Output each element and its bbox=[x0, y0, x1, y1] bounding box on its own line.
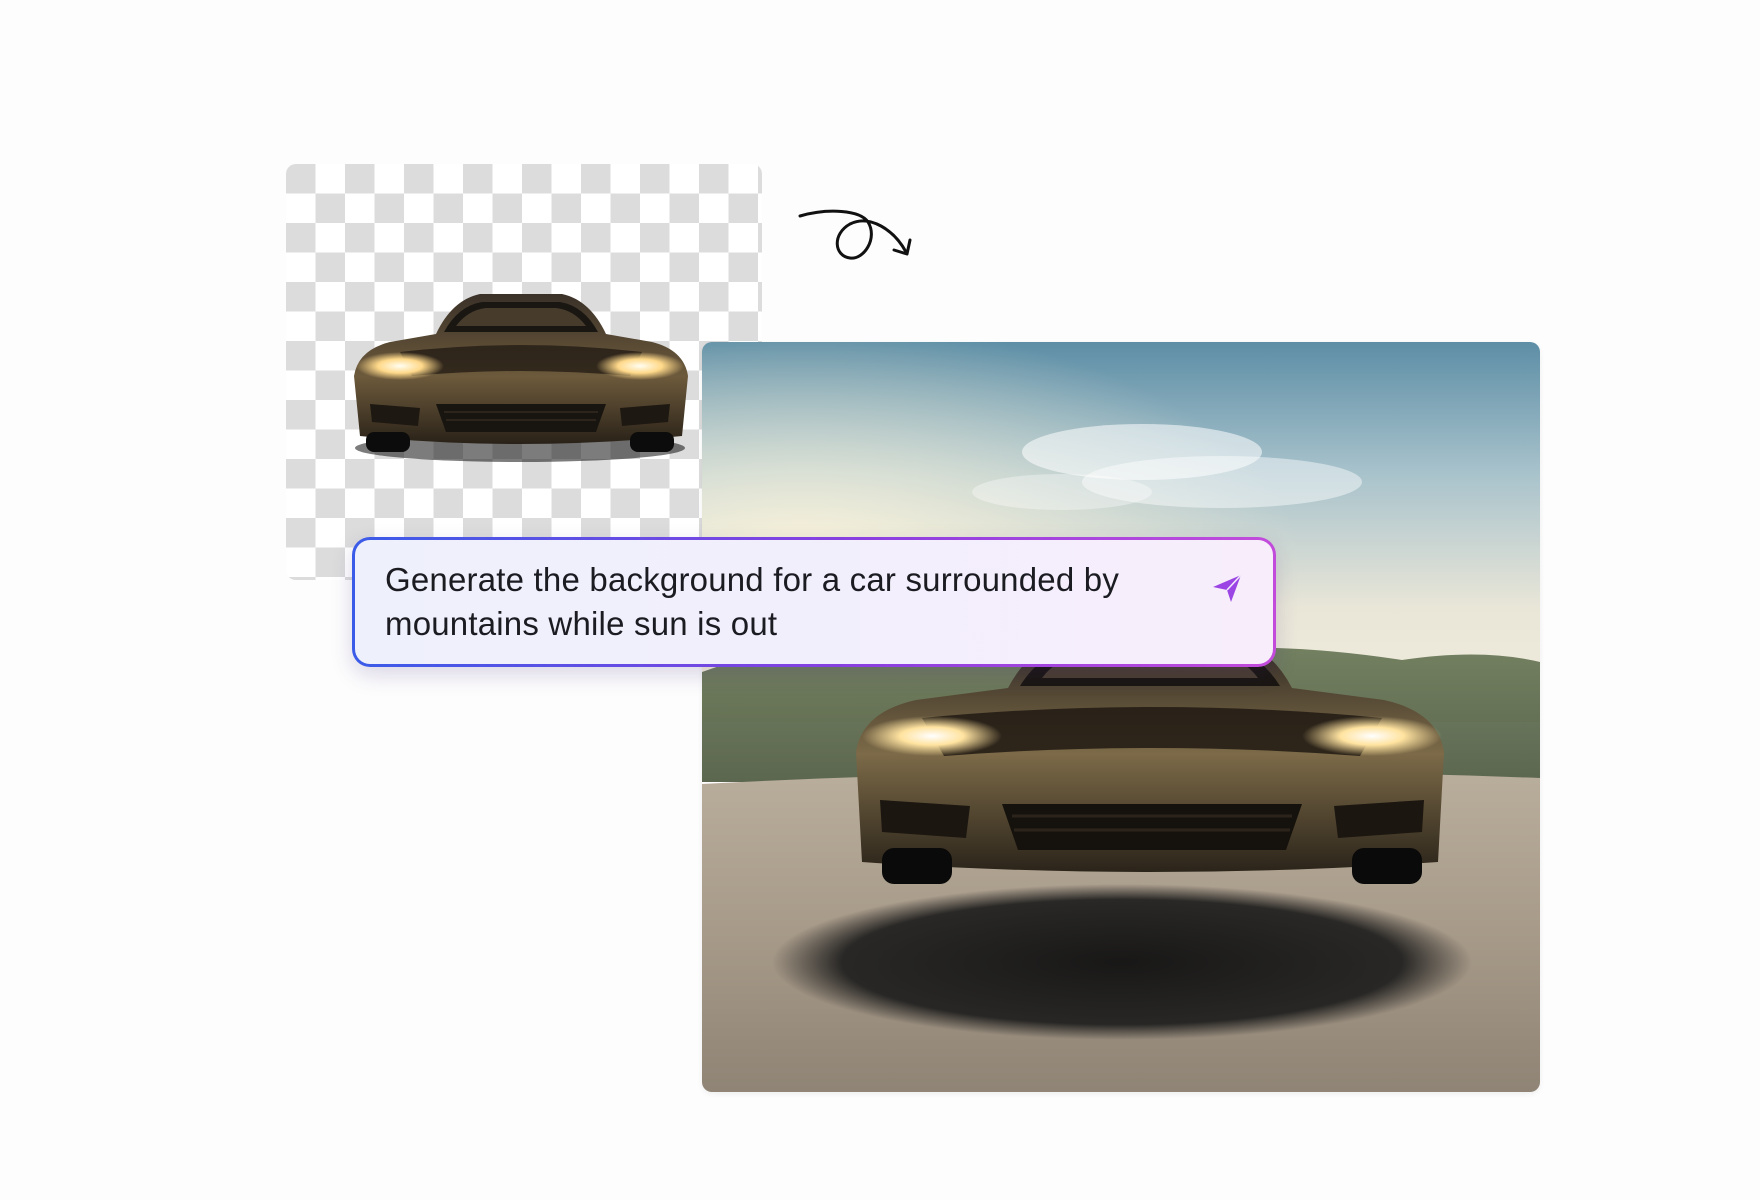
prompt-input[interactable]: Generate the background for a car surrou… bbox=[355, 540, 1273, 664]
generated-result-image bbox=[702, 342, 1540, 1092]
prompt-box[interactable]: Generate the background for a car surrou… bbox=[352, 537, 1276, 667]
send-button[interactable] bbox=[1207, 568, 1247, 608]
stage: Generate the background for a car surrou… bbox=[0, 0, 1760, 1200]
result-scene bbox=[702, 342, 1540, 1092]
prompt-text: Generate the background for a car surrou… bbox=[385, 561, 1120, 642]
send-icon bbox=[1213, 574, 1242, 602]
car-cutout bbox=[354, 294, 688, 462]
transparent-cutout-image bbox=[286, 164, 762, 580]
curly-arrow-icon bbox=[798, 209, 912, 260]
